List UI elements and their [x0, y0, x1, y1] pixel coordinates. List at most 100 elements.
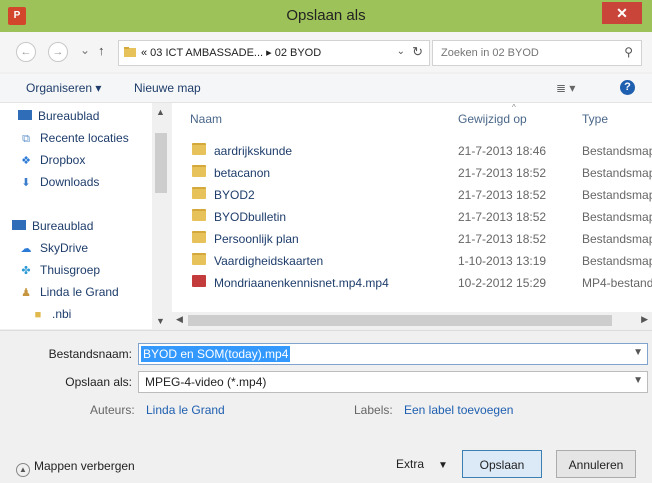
file-date: 21-7-2013 18:46 [458, 144, 547, 158]
address-path: « 03 ICT AMBASSADE... ▸ 02 BYOD [141, 47, 322, 59]
nav-item-downloads[interactable]: ⬇ Downloads [18, 175, 99, 195]
recent-locations-dropdown[interactable]: ⌄ [80, 43, 90, 57]
add-label-link[interactable]: Een label toevoegen [404, 403, 513, 417]
file-name: BYOD2 [214, 188, 255, 202]
file-type: MP4-bestand [582, 276, 652, 290]
column-header-name[interactable]: Naam [190, 112, 222, 126]
nav-item-user[interactable]: ♟ Linda le Grand [18, 285, 119, 305]
filetype-label: Opslaan als: [65, 375, 132, 389]
file-date: 10-2-2012 15:29 [458, 276, 547, 290]
desktop-icon [18, 110, 32, 120]
folder-icon [192, 165, 206, 177]
folder-icon [192, 209, 206, 221]
hide-folders-toggle[interactable]: ▲ Mappen verbergen [16, 459, 135, 477]
column-header-date[interactable]: Gewijzigd op [458, 112, 527, 126]
nav-item-homegroup[interactable]: ✤ Thuisgroep [18, 263, 100, 283]
scroll-right-icon[interactable]: ▶ [641, 314, 648, 325]
file-type: Bestandsmap [582, 254, 652, 268]
search-box[interactable]: ⚲ [432, 40, 642, 66]
new-folder-button[interactable]: Nieuwe map [134, 81, 201, 95]
filetype-select[interactable]: MPEG-4-video (*.mp4) ▼ [138, 371, 648, 393]
nav-item-recent-places[interactable]: ⧉ Recente locaties [18, 131, 129, 151]
dropdown-arrow-icon: ▼ [438, 460, 448, 471]
column-header-type[interactable]: Type [582, 112, 608, 126]
command-toolbar: Organiseren ▾ Nieuwe map ≣ ▾ ? [0, 74, 652, 103]
folder-icon [192, 231, 206, 243]
save-as-dialog: P Opslaan als ✕ ← → ⌄ ↑ « 03 ICT AMBASSA… [0, 0, 652, 483]
close-button[interactable]: ✕ [602, 2, 642, 24]
file-name: Mondriaanenkennisnet.mp4.mp4 [214, 276, 389, 290]
horizontal-scroll-thumb[interactable] [188, 315, 612, 326]
user-icon: ♟ [21, 287, 31, 299]
skydrive-icon: ☁ [20, 243, 32, 255]
labels-label: Labels: [354, 403, 393, 417]
nav-item-dropbox[interactable]: ❖ Dropbox [18, 153, 85, 173]
dropbox-icon: ❖ [21, 155, 31, 167]
file-row[interactable]: Persoonlijk plan 21-7-2013 18:52 Bestand… [192, 228, 652, 250]
file-type: Bestandsmap [582, 188, 652, 202]
view-options-icon[interactable]: ≣ ▾ [556, 81, 575, 95]
file-type: Bestandsmap [582, 144, 652, 158]
file-row[interactable]: Vaardigheidskaarten 1-10-2013 13:19 Best… [192, 250, 652, 272]
downloads-icon: ⬇ [21, 177, 31, 189]
file-name: Vaardigheidskaarten [214, 254, 324, 268]
nav-pane-scrollbar[interactable]: ▲ ▼ [152, 103, 170, 329]
back-button[interactable]: ← [16, 42, 36, 62]
filetype-value: MPEG-4-video (*.mp4) [145, 375, 267, 389]
save-button[interactable]: Opslaan [462, 450, 542, 478]
scroll-up-icon[interactable]: ▲ [156, 107, 165, 117]
extra-menu-button[interactable]: Extra ▼ [396, 457, 448, 471]
authors-link[interactable]: Linda le Grand [146, 403, 225, 417]
save-form: Bestandsnaam: BYOD en SOM(today).mp4 ▼ O… [0, 330, 652, 483]
nav-scroll-thumb[interactable] [155, 133, 167, 193]
forward-button[interactable]: → [48, 42, 68, 62]
desktop-icon [12, 220, 26, 230]
file-row[interactable]: Mondriaanenkennisnet.mp4.mp4 10-2-2012 1… [192, 272, 652, 294]
title-bar: P Opslaan als ✕ [0, 0, 652, 32]
refresh-icon[interactable]: ↻ [412, 44, 423, 60]
collapse-icon: ▲ [16, 463, 30, 477]
chevron-down-icon[interactable]: ▼ [633, 347, 643, 358]
file-type: Bestandsmap [582, 166, 652, 180]
file-name: BYODbulletin [214, 210, 287, 224]
folder-icon [124, 47, 136, 57]
file-name: betacanon [214, 166, 271, 180]
folder-icon: ■ [34, 309, 42, 321]
file-type: Bestandsmap [582, 232, 652, 246]
navigation-bar: ← → ⌄ ↑ « 03 ICT AMBASSADE... ▸ 02 BYOD … [0, 32, 652, 72]
file-name: Persoonlijk plan [214, 232, 299, 246]
file-row[interactable]: BYODbulletin 21-7-2013 18:52 Bestandsmap [192, 206, 652, 228]
up-button[interactable]: ↑ [98, 43, 105, 58]
recent-places-icon: ⧉ [22, 133, 30, 145]
file-row[interactable]: BYOD2 21-7-2013 18:52 Bestandsmap [192, 184, 652, 206]
chevron-down-icon[interactable]: ▼ [633, 375, 643, 386]
organize-button[interactable]: Organiseren ▾ [26, 81, 101, 95]
cancel-button[interactable]: Annuleren [556, 450, 636, 478]
nav-item-skydrive[interactable]: ☁ SkyDrive [18, 241, 89, 261]
file-row[interactable]: aardrijkskunde 21-7-2013 18:46 Bestandsm… [192, 140, 652, 162]
filename-field[interactable]: BYOD en SOM(today).mp4 ▼ [138, 343, 648, 365]
search-icon[interactable]: ⚲ [624, 45, 633, 59]
nav-item-nbi[interactable]: ■ .nbi [30, 307, 72, 327]
file-date: 21-7-2013 18:52 [458, 232, 547, 246]
file-name: aardrijkskunde [214, 144, 293, 158]
scroll-down-icon[interactable]: ▼ [156, 316, 165, 326]
file-list: ^ Naam Gewijzigd op Type aardrijkskunde … [172, 103, 652, 329]
file-row[interactable]: betacanon 21-7-2013 18:52 Bestandsmap [192, 162, 652, 184]
nav-item-desktop[interactable]: Bureaublad [18, 109, 99, 129]
address-bar[interactable]: « 03 ICT AMBASSADE... ▸ 02 BYOD ⌄ ↻ [118, 40, 430, 66]
nav-item-desktop-root[interactable]: Bureaublad [12, 219, 93, 239]
file-date: 1-10-2013 13:19 [458, 254, 547, 268]
hide-folders-label: Mappen verbergen [34, 459, 135, 473]
scroll-left-icon[interactable]: ◀ [176, 314, 183, 325]
file-type: Bestandsmap [582, 210, 652, 224]
filename-label: Bestandsnaam: [48, 347, 132, 361]
address-dropdown-icon[interactable]: ⌄ [397, 46, 405, 57]
file-date: 21-7-2013 18:52 [458, 210, 547, 224]
help-icon[interactable]: ? [620, 80, 635, 95]
file-list-horizontal-scrollbar[interactable]: ◀ ▶ [172, 312, 652, 329]
homegroup-icon: ✤ [21, 265, 31, 277]
filename-value[interactable]: BYOD en SOM(today).mp4 [141, 346, 291, 362]
authors-label: Auteurs: [90, 403, 135, 417]
search-input[interactable] [439, 44, 613, 62]
